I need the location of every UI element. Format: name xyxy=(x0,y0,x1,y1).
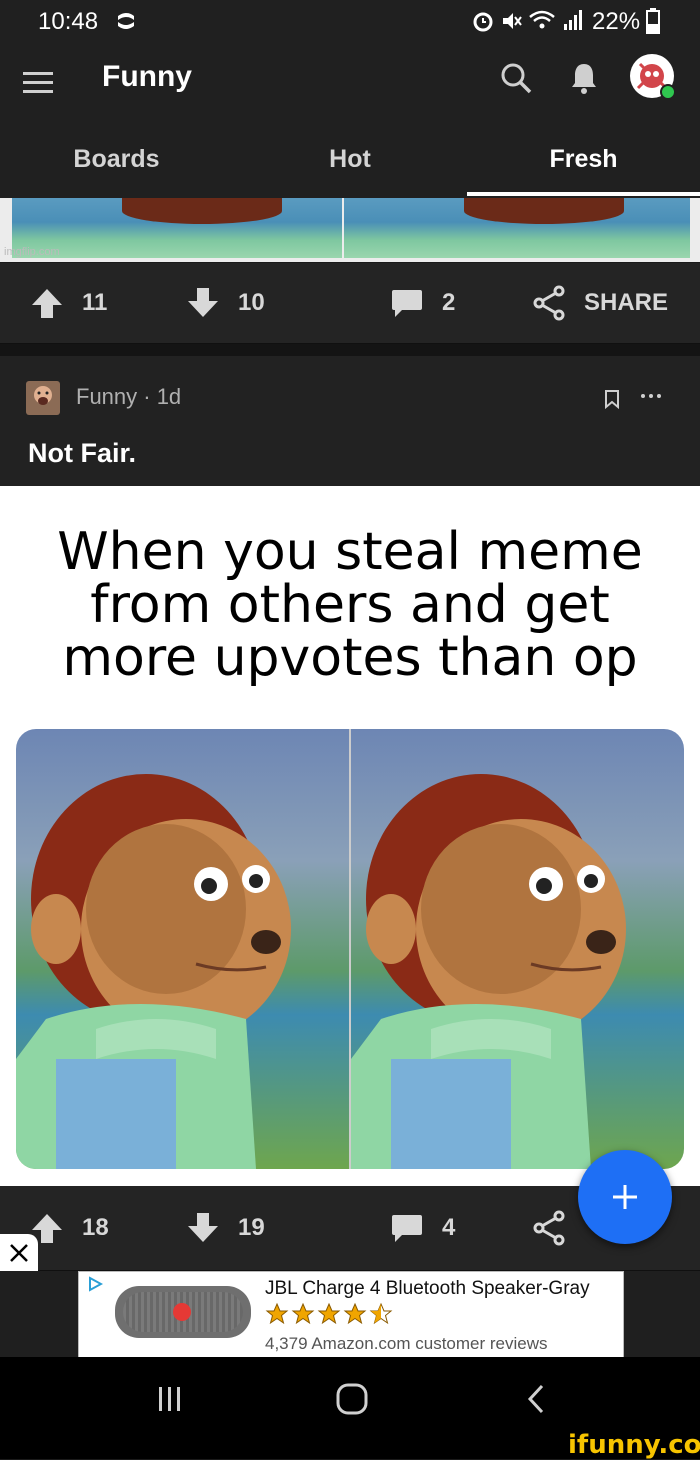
tab-hot[interactable]: Hot xyxy=(233,122,467,198)
search-icon[interactable] xyxy=(494,56,538,100)
meme-caption: When you steal meme from others and get … xyxy=(57,522,643,688)
post-title: Not Fair. xyxy=(28,438,137,468)
sync-icon xyxy=(118,13,134,29)
wifi-icon xyxy=(529,10,555,29)
downvote-button[interactable]: 10 xyxy=(186,263,265,343)
notification-bell-icon[interactable] xyxy=(562,56,606,100)
post-image[interactable]: When you steal meme from others and get … xyxy=(0,486,700,1186)
battery-percent: 22% xyxy=(592,8,641,35)
post-header: Funny · 1d Not Fair. xyxy=(0,356,700,486)
comment-count: 2 xyxy=(442,289,456,316)
alarm-icon xyxy=(473,12,493,32)
upvote-count: 11 xyxy=(82,289,108,316)
comment-icon xyxy=(392,290,422,317)
tab-fresh[interactable]: Fresh xyxy=(467,122,700,198)
bookmark-icon[interactable] xyxy=(604,389,620,409)
mute-icon xyxy=(503,13,522,29)
upvote-count: 18 xyxy=(82,1214,109,1241)
ad-product-title: JBL Charge 4 Bluetooth Speaker-Gray xyxy=(265,1278,590,1299)
comment-icon xyxy=(392,1215,422,1242)
comments-button[interactable]: 2 xyxy=(390,263,455,343)
online-status-dot xyxy=(660,84,676,100)
imgflip-watermark: imgflip.com xyxy=(4,246,60,258)
share-button[interactable]: SHARE xyxy=(532,263,668,343)
signal-icon xyxy=(564,10,582,30)
system-nav-bar xyxy=(0,1357,700,1439)
comment-count: 4 xyxy=(442,1214,456,1241)
downvote-button[interactable]: 19 xyxy=(186,1186,265,1270)
upvote-button[interactable]: 11 xyxy=(30,263,107,343)
arrow-up-icon xyxy=(32,289,62,318)
tab-bar: Boards Hot Fresh xyxy=(0,122,700,198)
ad-banner[interactable]: JBL Charge 4 Bluetooth Speaker-Gray 4,37… xyxy=(78,1271,624,1359)
status-time: 10:48 xyxy=(38,8,99,35)
arrow-down-icon xyxy=(188,1213,218,1242)
arrow-down-icon xyxy=(188,288,218,317)
previous-post-actions: 11 10 2 SHARE xyxy=(0,263,700,344)
create-post-fab[interactable] xyxy=(578,1150,672,1244)
tab-boards[interactable]: Boards xyxy=(0,122,233,198)
more-options-icon[interactable] xyxy=(640,392,662,400)
home-icon[interactable] xyxy=(322,1377,382,1421)
battery-icon xyxy=(646,8,660,34)
ad-close-button[interactable] xyxy=(0,1234,38,1272)
ifunny-watermark: ifunny.co xyxy=(568,1430,700,1460)
upvote-button[interactable]: 18 xyxy=(30,1186,109,1270)
downvote-count: 19 xyxy=(238,1214,265,1241)
back-icon[interactable] xyxy=(506,1377,566,1421)
active-tab-indicator xyxy=(467,192,700,196)
share-icon xyxy=(533,1210,565,1246)
ad-review-count: 4,379 Amazon.com customer reviews xyxy=(265,1334,548,1353)
puppet-monkey-image xyxy=(16,729,684,1169)
post-meta[interactable]: Funny · 1d xyxy=(76,384,181,410)
status-bar: 10:48 22% xyxy=(0,0,700,44)
close-icon xyxy=(10,1244,28,1262)
meme-picture xyxy=(16,729,684,1169)
downvote-count: 10 xyxy=(238,289,265,316)
comments-button[interactable]: 4 xyxy=(390,1186,455,1270)
share-icon xyxy=(533,285,565,321)
adchoices-icon[interactable] xyxy=(87,1276,103,1292)
share-label: SHARE xyxy=(584,289,669,316)
post-divider xyxy=(0,344,700,356)
share-button[interactable] xyxy=(532,1186,566,1270)
ad-rating-stars xyxy=(265,1302,393,1326)
board-avatar[interactable] xyxy=(26,381,60,415)
recent-apps-icon[interactable] xyxy=(140,1377,200,1421)
app-bar: Funny xyxy=(0,44,700,122)
page-title: Funny xyxy=(102,60,192,93)
menu-icon[interactable] xyxy=(18,62,58,102)
speaker-product-image xyxy=(115,1286,251,1338)
plus-icon xyxy=(613,1185,637,1209)
previous-post-image[interactable]: imgflip.com xyxy=(0,198,700,262)
